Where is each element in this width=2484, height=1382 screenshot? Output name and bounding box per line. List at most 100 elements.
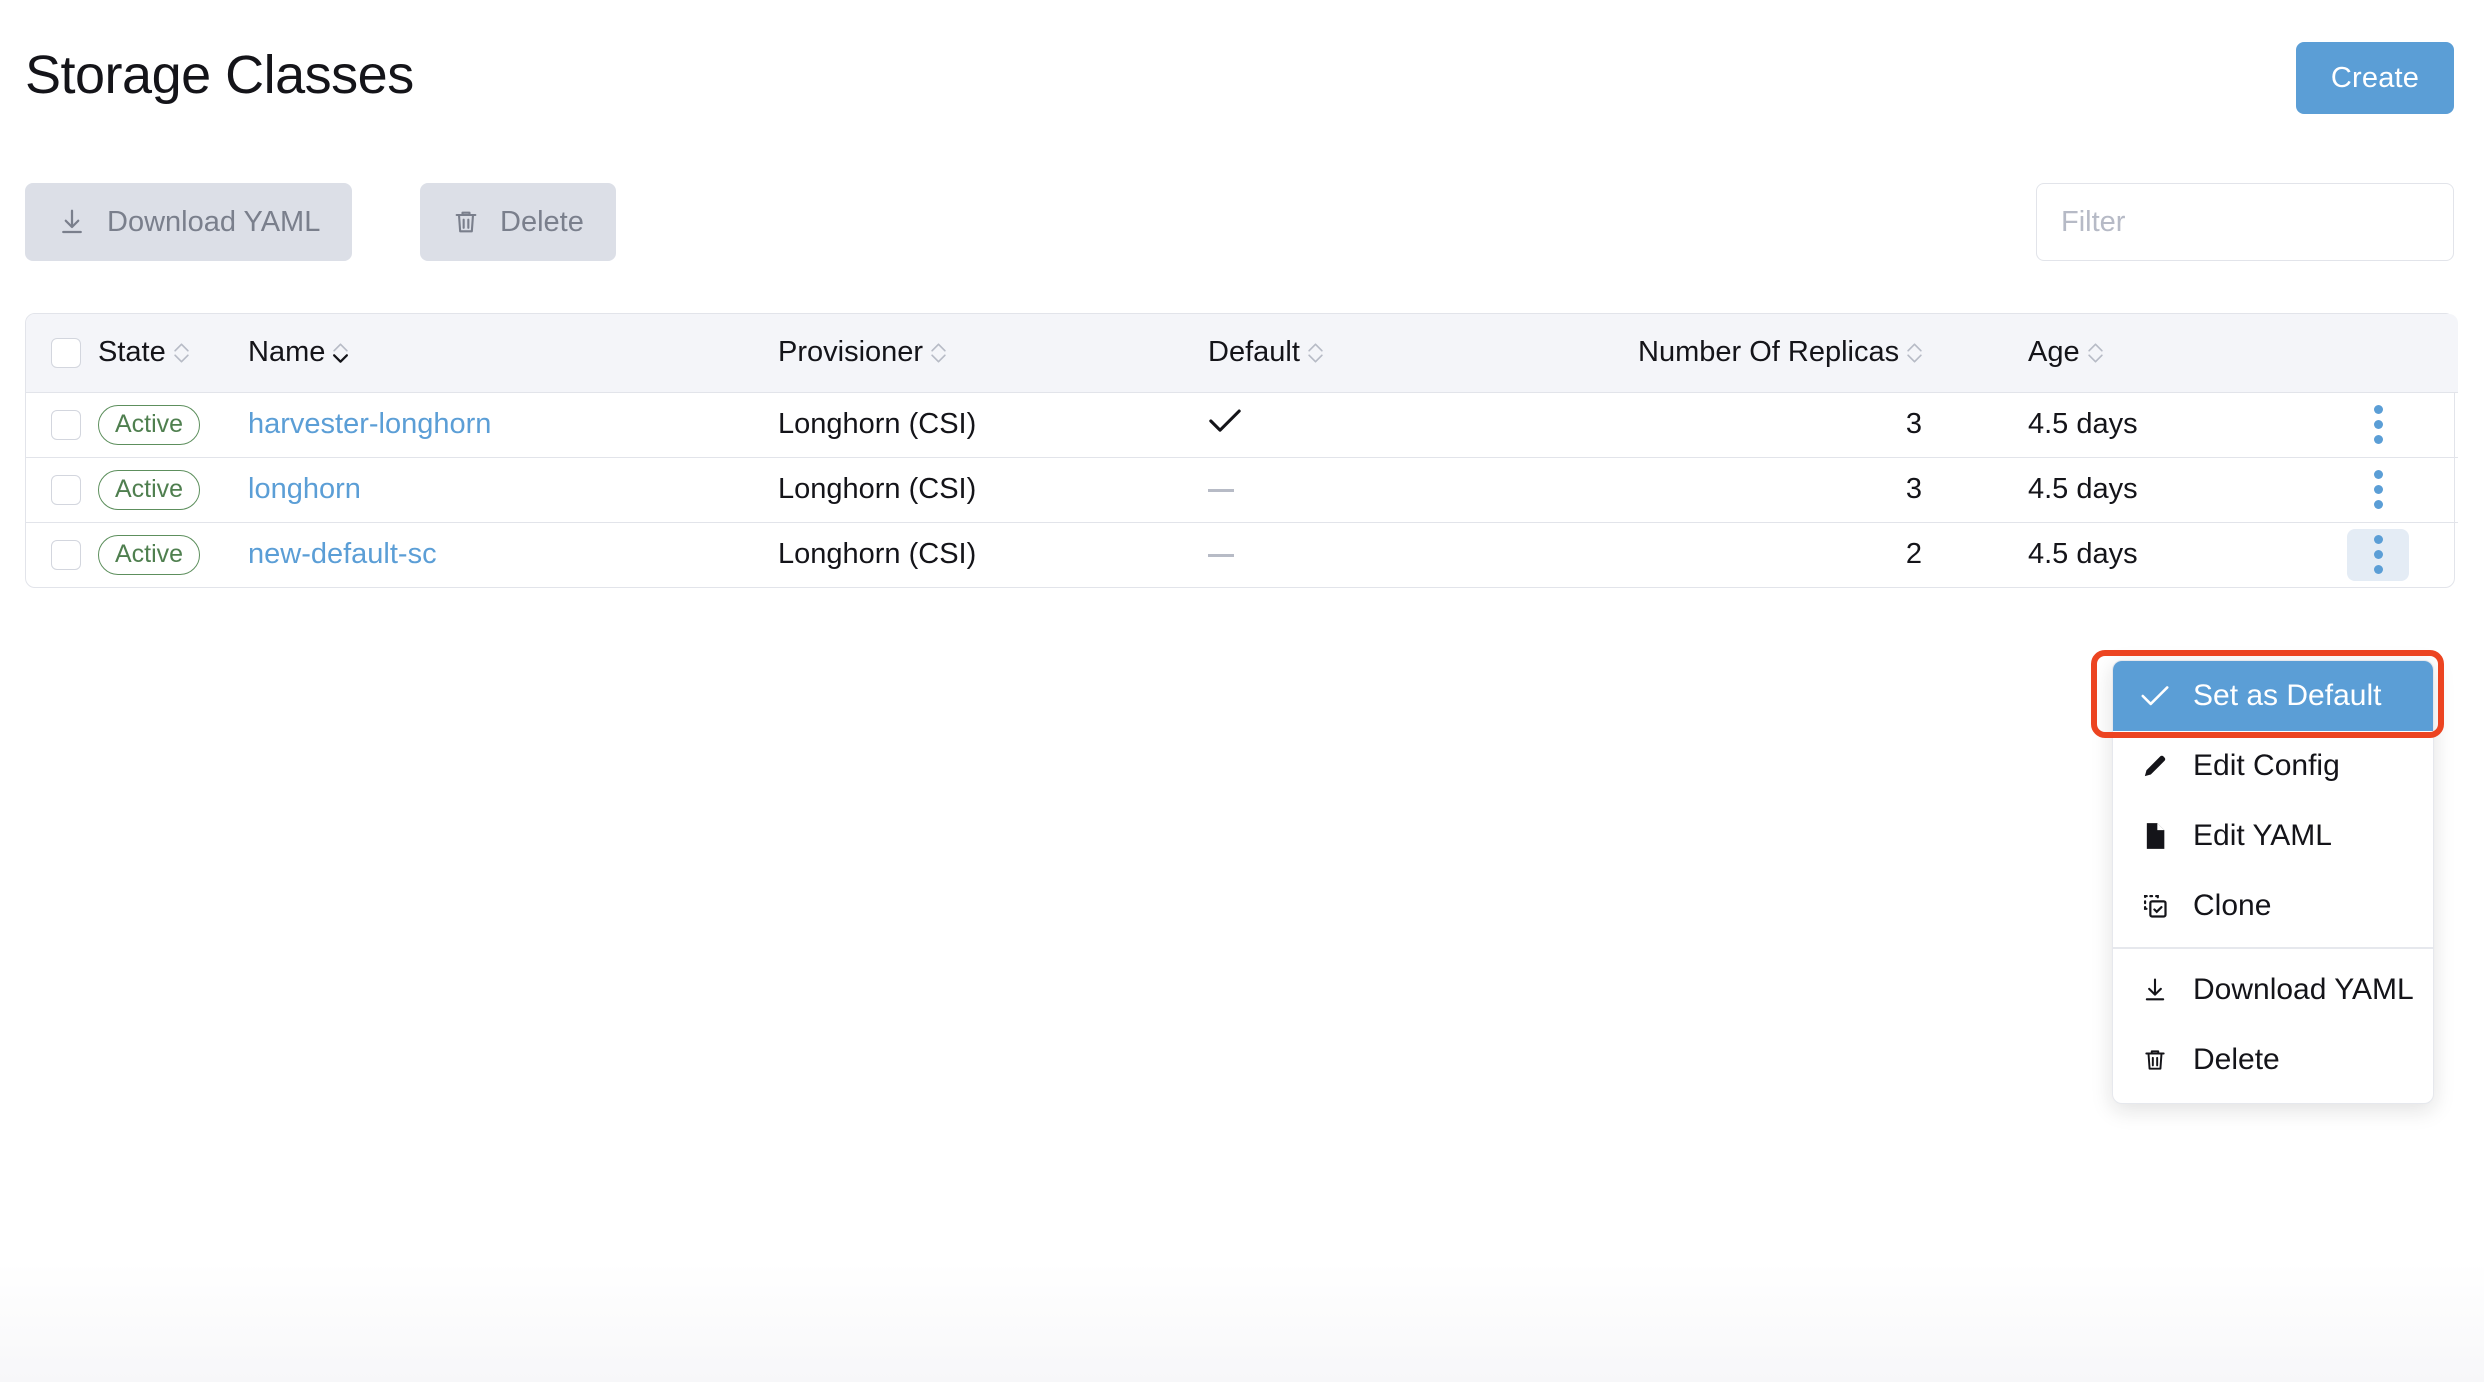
filter-input[interactable] [2036,183,2454,261]
sort-icon-provisioner[interactable] [930,342,947,364]
row-state-cell: Active [98,457,248,522]
table-row[interactable]: Active new-default-sc Longhorn (CSI) 2 4… [26,522,2458,587]
delete-button[interactable]: Delete [420,183,616,261]
menu-item-label: Edit Config [2193,749,2340,783]
create-button[interactable]: Create [2296,42,2454,114]
sort-icon-age[interactable] [2087,342,2104,364]
empty-dash-icon [1208,554,1234,557]
row-provisioner-cell: Longhorn (CSI) [778,457,1208,522]
kebab-dot [2374,500,2383,509]
empty-dash-icon [1208,489,1234,492]
row-default-cell [1208,457,1638,522]
column-label-provisioner: Provisioner [778,338,923,367]
column-header-state[interactable]: State [98,314,248,392]
menu-item-set-as-default[interactable]: Set as Default [2113,661,2433,731]
row-replicas-cell: 2 [1638,522,2028,587]
row-age-cell: 4.5 days [2028,457,2298,522]
page-bottom-gradient [0,1262,2484,1382]
storage-class-link[interactable]: harvester-longhorn [248,408,491,440]
menu-item-delete[interactable]: Delete [2113,1025,2433,1095]
menu-item-label: Clone [2193,889,2271,923]
row-name-cell: harvester-longhorn [248,392,778,457]
table-row[interactable]: Active longhorn Longhorn (CSI) 3 4.5 day… [26,457,2458,522]
menu-separator [2113,947,2433,949]
row-actions-cell [2298,392,2458,457]
row-actions-menu-button[interactable] [2347,464,2409,516]
row-actions-cell [2298,457,2458,522]
kebab-dot [2374,535,2383,544]
table-row[interactable]: Active harvester-longhorn Longhorn (CSI)… [26,392,2458,457]
action-toolbar: Download YAML Delete [0,183,2484,283]
row-select-cell [26,392,98,457]
menu-item-label: Delete [2193,1043,2280,1077]
row-select-cell [26,457,98,522]
row-actions-menu-button[interactable] [2347,399,2409,451]
row-provisioner-cell: Longhorn (CSI) [778,522,1208,587]
status-badge: Active [98,535,200,575]
download-yaml-button[interactable]: Download YAML [25,183,352,261]
sort-icon-state[interactable] [173,342,190,364]
storage-class-link[interactable]: longhorn [248,473,361,505]
column-header-age[interactable]: Age [2028,314,2298,392]
delete-label: Delete [500,206,584,239]
row-age-cell: 4.5 days [2028,522,2298,587]
row-name-cell: new-default-sc [248,522,778,587]
menu-item-edit-yaml[interactable]: Edit YAML [2113,801,2433,871]
check-icon [1208,408,1242,442]
row-checkbox[interactable] [51,540,81,570]
pencil-icon [2139,752,2171,780]
column-header-actions [2298,314,2458,392]
row-provisioner-cell: Longhorn (CSI) [778,392,1208,457]
row-name-cell: longhorn [248,457,778,522]
column-label-default: Default [1208,338,1300,367]
row-actions-cell [2298,522,2458,587]
menu-item-label: Edit YAML [2193,819,2332,853]
storage-class-link[interactable]: new-default-sc [248,538,437,570]
status-badge: Active [98,470,200,510]
column-header-provisioner[interactable]: Provisioner [778,314,1208,392]
menu-item-edit-config[interactable]: Edit Config [2113,731,2433,801]
select-all-header [26,314,98,392]
column-header-default[interactable]: Default [1208,314,1638,392]
sort-icon-name[interactable] [332,342,349,364]
row-default-cell [1208,522,1638,587]
menu-item-label: Set as Default [2193,679,2381,713]
kebab-dot [2374,435,2383,444]
trash-icon [452,208,480,236]
page-title: Storage Classes [25,48,414,102]
row-select-cell [26,522,98,587]
column-header-replicas[interactable]: Number Of Replicas [1638,314,2028,392]
column-label-replicas: Number Of Replicas [1638,338,1899,367]
row-checkbox[interactable] [51,475,81,505]
document-icon [2139,822,2171,850]
menu-item-clone[interactable]: Clone [2113,871,2433,941]
storage-classes-table: State Name [25,313,2455,588]
row-actions-menu-button-open[interactable] [2347,529,2409,581]
row-actions-dropdown-menu: Set as Default Edit Config Edit YAML Clo… [2112,660,2434,1104]
column-label-state: State [98,338,166,367]
download-icon [2139,976,2171,1004]
sort-icon-replicas[interactable] [1906,342,1923,364]
row-replicas-cell: 3 [1638,392,2028,457]
kebab-dot [2374,485,2383,494]
row-state-cell: Active [98,522,248,587]
page-header: Storage Classes Create [0,0,2484,110]
column-header-name[interactable]: Name [248,314,778,392]
menu-item-download-yaml[interactable]: Download YAML [2113,955,2433,1025]
sort-icon-default[interactable] [1307,342,1324,364]
row-replicas-cell: 3 [1638,457,2028,522]
select-all-checkbox[interactable] [51,338,81,368]
row-checkbox[interactable] [51,410,81,440]
kebab-dot [2374,420,2383,429]
download-yaml-label: Download YAML [107,206,320,239]
row-default-cell [1208,392,1638,457]
menu-item-label: Download YAML [2193,973,2414,1007]
kebab-dot [2374,405,2383,414]
check-icon [2139,685,2171,707]
trash-icon [2139,1046,2171,1074]
row-state-cell: Active [98,392,248,457]
download-icon [57,207,87,237]
kebab-dot [2374,565,2383,574]
clone-icon [2139,892,2171,920]
status-badge: Active [98,405,200,445]
